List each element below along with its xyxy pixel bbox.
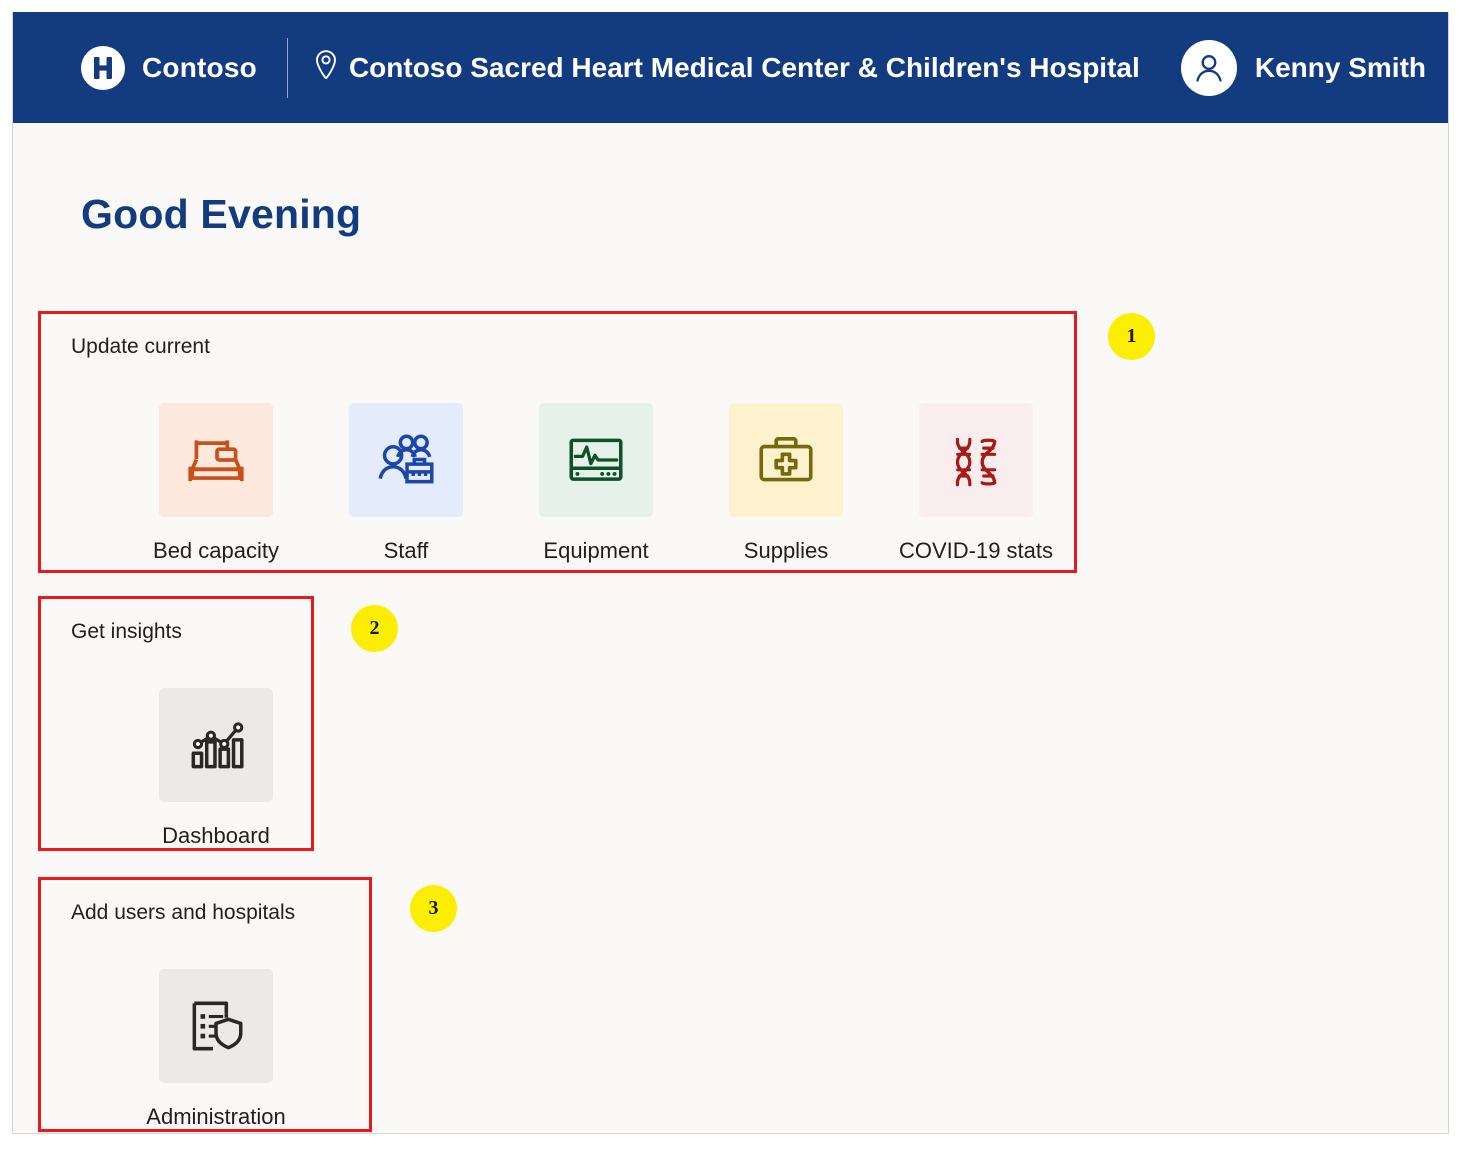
tile-row-get-insights: Dashboard	[121, 688, 311, 849]
tile-administration[interactable]: Administration	[121, 969, 311, 1130]
top-navigation-bar: Contoso Contoso Sacred Heart Medical Cen…	[13, 12, 1448, 123]
tile-label: Administration	[146, 1104, 286, 1129]
map-pin-icon	[314, 49, 338, 86]
medical-kit-icon	[729, 403, 843, 517]
app-window: Contoso Contoso Sacred Heart Medical Cen…	[12, 12, 1449, 1134]
annotation-badge-3: 3	[410, 885, 457, 932]
vitals-monitor-icon	[539, 403, 653, 517]
page-title: Good Evening	[81, 191, 362, 237]
brand-name: Contoso	[142, 51, 257, 83]
tile-staff[interactable]: Staff	[311, 403, 501, 564]
section-title: Update current	[71, 335, 210, 358]
tile-covid-19-stats[interactable]: COVID-19 stats	[881, 403, 1071, 564]
tile-bed-capacity[interactable]: Bed capacity	[121, 403, 311, 564]
user-name: Kenny Smith	[1254, 51, 1426, 83]
section-title: Add users and hospitals	[71, 901, 296, 924]
user-menu[interactable]: Kenny Smith	[1180, 39, 1436, 96]
section-get-insights: Get insights Dashboard	[71, 620, 311, 849]
tile-label: Equipment	[543, 538, 649, 563]
tile-row-update-current: Bed capacity Staff Equipment Supplies CO…	[121, 403, 1071, 564]
facility-selector[interactable]: Contoso Sacred Heart Medical Center & Ch…	[314, 49, 1140, 86]
tile-label: Bed capacity	[153, 538, 279, 563]
annotation-badge-2: 2	[351, 605, 398, 652]
topbar-divider	[286, 37, 288, 98]
hospital-bed-icon	[159, 403, 273, 517]
tile-row-administration: Administration	[121, 969, 311, 1130]
tile-dashboard[interactable]: Dashboard	[121, 688, 311, 849]
annotation-badge-1: 1	[1108, 313, 1155, 360]
section-title: Get insights	[71, 620, 182, 643]
staff-people-icon	[349, 403, 463, 517]
bar-chart-trend-icon	[159, 688, 273, 802]
checklist-shield-icon	[159, 969, 273, 1083]
tile-label: Staff	[383, 538, 429, 563]
tile-label: Supplies	[743, 538, 829, 563]
tile-supplies[interactable]: Supplies	[691, 403, 881, 564]
section-add-users-and-hospitals: Add users and hospitals Administration	[71, 901, 311, 1130]
page-body: Good Evening Update current Bed capacity…	[13, 123, 1448, 1133]
dna-helix-icon	[919, 403, 1033, 517]
brand-block[interactable]: Contoso	[81, 45, 257, 90]
tile-equipment[interactable]: Equipment	[501, 403, 691, 564]
hospital-h-logo-icon	[81, 45, 125, 90]
section-update-current: Update current Bed capacity Staff Equipm…	[71, 335, 1071, 564]
facility-name: Contoso Sacred Heart Medical Center & Ch…	[348, 51, 1140, 83]
screenshot-root: Contoso Contoso Sacred Heart Medical Cen…	[0, 0, 1464, 1158]
tile-label: COVID-19 stats	[898, 538, 1054, 563]
tile-label: Dashboard	[162, 823, 270, 848]
person-avatar-icon	[1180, 39, 1237, 96]
